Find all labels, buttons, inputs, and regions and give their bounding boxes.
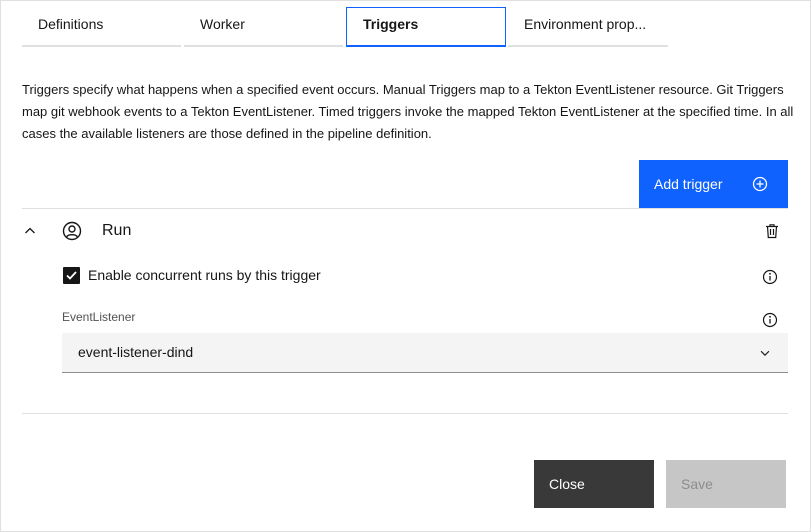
trash-icon[interactable]: [763, 222, 781, 240]
add-trigger-label: Add trigger: [654, 176, 723, 192]
close-button[interactable]: Close: [534, 460, 654, 508]
tab-environment-properties[interactable]: Environment prop...: [508, 7, 668, 47]
checkmark-icon: [66, 271, 77, 280]
eventlistener-value: event-listener-dind: [78, 344, 194, 360]
info-icon[interactable]: [762, 269, 778, 285]
tab-worker[interactable]: Worker: [184, 7, 343, 47]
triggers-description: Triggers specify what happens when a spe…: [22, 82, 794, 141]
user-avatar-icon: [62, 221, 82, 241]
eventlistener-select[interactable]: event-listener-dind: [62, 333, 788, 373]
concurrent-runs-checkbox[interactable]: [63, 267, 80, 284]
concurrent-runs-label: Enable concurrent runs by this trigger: [88, 267, 321, 283]
tab-definitions[interactable]: Definitions: [22, 7, 181, 47]
divider-top: [22, 208, 788, 209]
trigger-panel: Definitions Worker Triggers Environment …: [0, 0, 811, 532]
info-icon[interactable]: [762, 312, 778, 328]
trigger-name: Run: [102, 222, 132, 239]
divider-bottom: [22, 413, 788, 414]
tab-triggers[interactable]: Triggers: [346, 7, 506, 47]
add-trigger-button[interactable]: Add trigger: [639, 160, 788, 208]
add-circle-icon: [752, 176, 768, 192]
chevron-down-icon: [760, 350, 770, 357]
save-button[interactable]: Save: [666, 460, 786, 508]
chevron-up-icon[interactable]: [22, 223, 38, 239]
eventlistener-label: EventListener: [62, 310, 136, 324]
